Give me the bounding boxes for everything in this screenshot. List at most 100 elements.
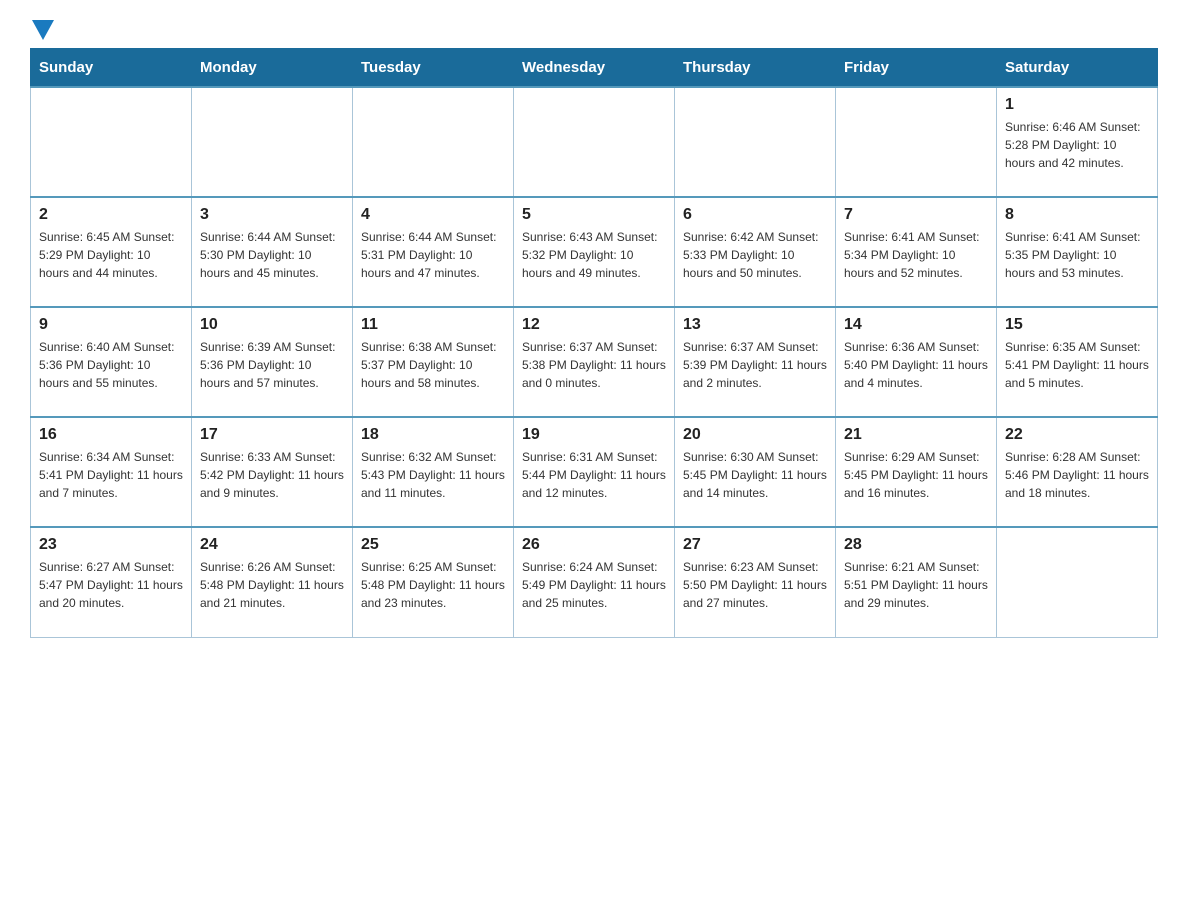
calendar-cell: 3Sunrise: 6:44 AM Sunset: 5:30 PM Daylig… — [192, 197, 353, 307]
day-info: Sunrise: 6:37 AM Sunset: 5:39 PM Dayligh… — [683, 338, 827, 392]
calendar-cell: 2 Sunrise: 6:45 AM Sunset: 5:29 PM Daylig… — [31, 197, 192, 307]
calendar-cell: 13Sunrise: 6:37 AM Sunset: 5:39 PM Dayli… — [675, 307, 836, 417]
calendar-cell: 12Sunrise: 6:37 AM Sunset: 5:38 PM Dayli… — [514, 307, 675, 417]
calendar-week-row: 2 Sunrise: 6:45 AM Sunset: 5:29 PM Daylig… — [31, 197, 1158, 307]
calendar-cell: 5 Sunrise: 6:43 AM Sunset: 5:32 PM Daylig… — [514, 197, 675, 307]
day-header-saturday: Saturday — [997, 49, 1158, 88]
day-info: Sunrise: 6:44 AM Sunset: 5:31 PM Dayligh… — [361, 228, 505, 282]
day-number: 27 — [683, 536, 827, 554]
day-info: Sunrise: 6:46 AM Sunset: 5:28 PM Dayligh… — [1005, 118, 1149, 172]
day-header-sunday: Sunday — [31, 49, 192, 88]
day-number: 26 — [522, 536, 666, 554]
day-info: Sunrise: 6:38 AM Sunset: 5:37 PM Dayligh… — [361, 338, 505, 392]
calendar-cell: 20 Sunrise: 6:30 AM Sunset: 5:45 PM Dayli… — [675, 417, 836, 527]
calendar-week-row: 9Sunrise: 6:40 AM Sunset: 5:36 PM Daylig… — [31, 307, 1158, 417]
day-info: Sunrise: 6:42 AM Sunset: 5:33 PM Dayligh… — [683, 228, 827, 282]
day-info: Sunrise: 6:36 AM Sunset: 5:40 PM Dayligh… — [844, 338, 988, 392]
calendar-cell: 11 Sunrise: 6:38 AM Sunset: 5:37 PM Dayli… — [353, 307, 514, 417]
calendar-cell: 1 Sunrise: 6:46 AM Sunset: 5:28 PM Daylig… — [997, 87, 1158, 197]
calendar-cell — [514, 87, 675, 197]
calendar-week-row: 16 Sunrise: 6:34 AM Sunset: 5:41 PM Dayli… — [31, 417, 1158, 527]
day-number: 4 — [361, 206, 505, 224]
calendar-cell — [997, 527, 1158, 637]
calendar-cell: 22Sunrise: 6:28 AM Sunset: 5:46 PM Dayli… — [997, 417, 1158, 527]
calendar-cell: 21 Sunrise: 6:29 AM Sunset: 5:45 PM Dayli… — [836, 417, 997, 527]
day-number: 21 — [844, 426, 988, 444]
calendar-week-row: 23 Sunrise: 6:27 AM Sunset: 5:47 PM Dayli… — [31, 527, 1158, 637]
day-header-wednesday: Wednesday — [514, 49, 675, 88]
calendar-cell: 27 Sunrise: 6:23 AM Sunset: 5:50 PM Dayli… — [675, 527, 836, 637]
page-header — [30, 20, 1158, 38]
calendar-cell: 26 Sunrise: 6:24 AM Sunset: 5:49 PM Dayli… — [514, 527, 675, 637]
calendar-week-row: 1 Sunrise: 6:46 AM Sunset: 5:28 PM Daylig… — [31, 87, 1158, 197]
day-info: Sunrise: 6:23 AM Sunset: 5:50 PM Dayligh… — [683, 558, 827, 612]
day-number: 28 — [844, 536, 988, 554]
calendar-cell: 18 Sunrise: 6:32 AM Sunset: 5:43 PM Dayli… — [353, 417, 514, 527]
calendar-cell — [192, 87, 353, 197]
calendar-cell — [675, 87, 836, 197]
calendar-cell: 19 Sunrise: 6:31 AM Sunset: 5:44 PM Dayli… — [514, 417, 675, 527]
calendar-cell — [836, 87, 997, 197]
calendar-cell: 9Sunrise: 6:40 AM Sunset: 5:36 PM Daylig… — [31, 307, 192, 417]
day-info: Sunrise: 6:33 AM Sunset: 5:42 PM Dayligh… — [200, 448, 344, 502]
day-info: Sunrise: 6:28 AM Sunset: 5:46 PM Dayligh… — [1005, 448, 1149, 502]
calendar-cell: 6 Sunrise: 6:42 AM Sunset: 5:33 PM Daylig… — [675, 197, 836, 307]
day-number: 5 — [522, 206, 666, 224]
day-info: Sunrise: 6:32 AM Sunset: 5:43 PM Dayligh… — [361, 448, 505, 502]
day-info: Sunrise: 6:44 AM Sunset: 5:30 PM Dayligh… — [200, 228, 344, 282]
logo-triangle-icon — [32, 20, 54, 40]
day-header-thursday: Thursday — [675, 49, 836, 88]
day-info: Sunrise: 6:30 AM Sunset: 5:45 PM Dayligh… — [683, 448, 827, 502]
calendar-cell — [353, 87, 514, 197]
calendar-cell: 24Sunrise: 6:26 AM Sunset: 5:48 PM Dayli… — [192, 527, 353, 637]
day-number: 18 — [361, 426, 505, 444]
day-info: Sunrise: 6:27 AM Sunset: 5:47 PM Dayligh… — [39, 558, 183, 612]
calendar-cell: 23 Sunrise: 6:27 AM Sunset: 5:47 PM Dayli… — [31, 527, 192, 637]
day-info: Sunrise: 6:35 AM Sunset: 5:41 PM Dayligh… — [1005, 338, 1149, 392]
day-number: 6 — [683, 206, 827, 224]
day-number: 23 — [39, 536, 183, 554]
calendar-header-row: SundayMondayTuesdayWednesdayThursdayFrid… — [31, 49, 1158, 88]
calendar-cell: 7 Sunrise: 6:41 AM Sunset: 5:34 PM Daylig… — [836, 197, 997, 307]
day-info: Sunrise: 6:21 AM Sunset: 5:51 PM Dayligh… — [844, 558, 988, 612]
day-number: 25 — [361, 536, 505, 554]
day-info: Sunrise: 6:31 AM Sunset: 5:44 PM Dayligh… — [522, 448, 666, 502]
day-number: 2 — [39, 206, 183, 224]
day-info: Sunrise: 6:41 AM Sunset: 5:35 PM Dayligh… — [1005, 228, 1149, 282]
day-info: Sunrise: 6:29 AM Sunset: 5:45 PM Dayligh… — [844, 448, 988, 502]
calendar-cell: 28 Sunrise: 6:21 AM Sunset: 5:51 PM Dayli… — [836, 527, 997, 637]
calendar-cell — [31, 87, 192, 197]
day-header-tuesday: Tuesday — [353, 49, 514, 88]
day-number: 16 — [39, 426, 183, 444]
day-number: 24 — [200, 536, 344, 554]
day-info: Sunrise: 6:41 AM Sunset: 5:34 PM Dayligh… — [844, 228, 988, 282]
calendar-cell: 10 Sunrise: 6:39 AM Sunset: 5:36 PM Dayli… — [192, 307, 353, 417]
day-header-friday: Friday — [836, 49, 997, 88]
day-number: 7 — [844, 206, 988, 224]
day-number: 15 — [1005, 316, 1149, 334]
day-number: 19 — [522, 426, 666, 444]
day-info: Sunrise: 6:43 AM Sunset: 5:32 PM Dayligh… — [522, 228, 666, 282]
day-number: 20 — [683, 426, 827, 444]
calendar-cell: 4 Sunrise: 6:44 AM Sunset: 5:31 PM Daylig… — [353, 197, 514, 307]
calendar-cell: 14 Sunrise: 6:36 AM Sunset: 5:40 PM Dayli… — [836, 307, 997, 417]
day-info: Sunrise: 6:24 AM Sunset: 5:49 PM Dayligh… — [522, 558, 666, 612]
day-number: 11 — [361, 316, 505, 334]
calendar-cell: 16 Sunrise: 6:34 AM Sunset: 5:41 PM Dayli… — [31, 417, 192, 527]
day-number: 14 — [844, 316, 988, 334]
day-info: Sunrise: 6:34 AM Sunset: 5:41 PM Dayligh… — [39, 448, 183, 502]
day-info: Sunrise: 6:40 AM Sunset: 5:36 PM Dayligh… — [39, 338, 183, 392]
day-header-monday: Monday — [192, 49, 353, 88]
calendar-cell: 17 Sunrise: 6:33 AM Sunset: 5:42 PM Dayli… — [192, 417, 353, 527]
day-number: 1 — [1005, 96, 1149, 114]
calendar-table: SundayMondayTuesdayWednesdayThursdayFrid… — [30, 48, 1158, 638]
calendar-cell: 15 Sunrise: 6:35 AM Sunset: 5:41 PM Dayli… — [997, 307, 1158, 417]
day-number: 10 — [200, 316, 344, 334]
calendar-cell: 25Sunrise: 6:25 AM Sunset: 5:48 PM Dayli… — [353, 527, 514, 637]
calendar-cell: 8 Sunrise: 6:41 AM Sunset: 5:35 PM Daylig… — [997, 197, 1158, 307]
day-number: 17 — [200, 426, 344, 444]
logo — [30, 20, 54, 38]
day-number: 8 — [1005, 206, 1149, 224]
day-info: Sunrise: 6:45 AM Sunset: 5:29 PM Dayligh… — [39, 228, 183, 282]
day-info: Sunrise: 6:39 AM Sunset: 5:36 PM Dayligh… — [200, 338, 344, 392]
